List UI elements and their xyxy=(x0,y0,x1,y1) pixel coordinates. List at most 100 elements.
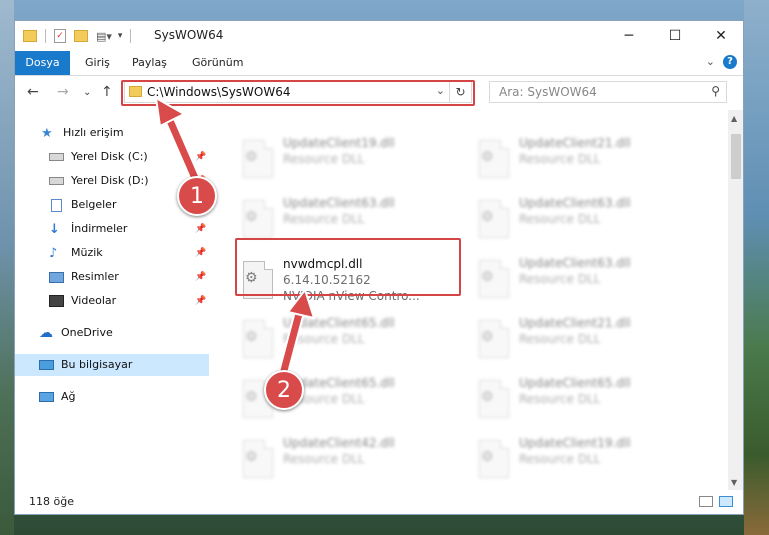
pin-icon[interactable]: 📌 xyxy=(195,146,206,168)
gear-icon: ⚙ xyxy=(481,329,494,345)
file-name: UpdateClient65.dll xyxy=(283,316,395,330)
file-item[interactable]: ⚙ UpdateClient19.dll Resource DLL xyxy=(237,134,457,190)
search-icon[interactable]: ⚲ xyxy=(711,84,720,98)
tab-view[interactable]: Görünüm xyxy=(182,51,253,75)
file-description: Resource DLL xyxy=(519,272,601,286)
details-view-icon[interactable] xyxy=(699,496,713,507)
help-icon[interactable]: ? xyxy=(723,55,737,69)
computer-icon xyxy=(39,360,54,370)
scroll-down-icon[interactable]: ▼ xyxy=(731,478,737,487)
file-item[interactable]: ⚙ UpdateClient42.dll Resource DLL xyxy=(237,434,457,490)
customize-toolbar-icon[interactable]: ▾ xyxy=(118,31,123,41)
file-explorer-window: ✓ ▤▾ ▾ SysWOW64 ─ ☐ ✕ Dosya Giriş Paylaş… xyxy=(14,20,744,515)
address-highlight-box xyxy=(121,80,475,106)
file-item[interactable]: ⚙ UpdateClient63.dll Resource DLL xyxy=(473,194,693,250)
pin-icon[interactable]: 📌 xyxy=(195,242,206,264)
pin-icon[interactable]: 📌 xyxy=(195,266,206,288)
recent-locations-icon[interactable]: ⌄ xyxy=(83,87,91,98)
file-name: UpdateClient63.dll xyxy=(519,196,631,210)
sidebar-item-label: Videolar xyxy=(71,294,117,307)
maximize-button[interactable]: ☐ xyxy=(652,21,698,51)
sidebar-item-label: Resimler xyxy=(71,270,119,283)
gear-icon: ⚙ xyxy=(245,329,258,345)
tab-share[interactable]: Paylaş xyxy=(122,51,177,75)
file-name: UpdateClient63.dll xyxy=(283,196,395,210)
videos-icon xyxy=(49,295,64,307)
file-item[interactable]: ⚙ UpdateClient21.dll Resource DLL xyxy=(473,314,693,370)
scroll-up-icon[interactable]: ▲ xyxy=(731,114,737,123)
pictures-icon xyxy=(49,271,64,283)
window-title: SysWOW64 xyxy=(154,28,224,42)
file-name: UpdateClient19.dll xyxy=(519,436,631,450)
drive-icon xyxy=(49,177,64,185)
gear-icon: ⚙ xyxy=(481,449,494,465)
file-description: Resource DLL xyxy=(283,332,365,346)
vertical-scrollbar[interactable]: ▲ ▼ xyxy=(728,110,743,490)
expand-ribbon-icon[interactable]: ⌄ xyxy=(706,55,715,68)
gear-icon: ⚙ xyxy=(481,209,494,225)
drive-icon xyxy=(49,153,64,161)
star-icon: ★ xyxy=(41,125,53,141)
step-marker-1: 1 xyxy=(177,176,217,216)
close-icon: ✕ xyxy=(715,28,727,44)
documents-icon xyxy=(51,198,62,212)
file-item[interactable]: ⚙ UpdateClient63.dll Resource DLL xyxy=(473,254,693,310)
toolbar-separator xyxy=(45,29,46,43)
properties-icon[interactable]: ✓ xyxy=(54,29,66,43)
scrollbar-thumb[interactable] xyxy=(731,134,741,179)
desktop-background-left xyxy=(0,0,14,535)
navigation-pane: ★ Hızlı erişim Yerel Disk (C:) 📌 Yerel D… xyxy=(15,110,209,490)
sidebar-item-label: Yerel Disk (C:) xyxy=(71,150,148,163)
gear-icon: ⚙ xyxy=(245,449,258,465)
file-item[interactable]: ⚙ UpdateClient21.dll Resource DLL xyxy=(473,134,693,190)
toolbar-separator xyxy=(130,29,132,43)
search-input[interactable]: Ara: SysWOW64 ⚲ xyxy=(489,81,727,103)
sidebar-item-onedrive[interactable]: ☁ OneDrive xyxy=(39,322,113,344)
tab-home[interactable]: Giriş xyxy=(75,51,120,75)
sidebar-item-local-disk-c[interactable]: Yerel Disk (C:) 📌 xyxy=(49,146,206,168)
downloads-icon: ↓ xyxy=(49,221,60,237)
file-item[interactable]: ⚙ UpdateClient19.dll Resource DLL xyxy=(473,434,693,490)
maximize-icon: ☐ xyxy=(668,28,682,44)
file-name: UpdateClient65.dll xyxy=(519,376,631,390)
sidebar-item-label: Bu bilgisayar xyxy=(61,358,133,371)
large-icons-view-icon[interactable] xyxy=(719,496,733,507)
file-highlight-box xyxy=(235,238,461,296)
sidebar-item-this-pc[interactable]: Bu bilgisayar xyxy=(15,354,209,376)
file-description: Resource DLL xyxy=(519,332,601,346)
sidebar-item-label: Müzik xyxy=(71,246,103,259)
title-bar: ✓ ▤▾ ▾ SysWOW64 ─ ☐ ✕ xyxy=(15,21,743,51)
up-arrow-icon[interactable]: ↑ xyxy=(101,84,113,100)
address-row: ← → ⌄ ↑ C:\Windows\SysWOW64 ⌄ ↻ Ara: Sys… xyxy=(15,76,743,110)
back-arrow-icon[interactable]: ← xyxy=(27,84,39,100)
sidebar-item-downloads[interactable]: ↓ İndirmeler 📌 xyxy=(49,218,206,240)
file-item[interactable]: ⚙ UpdateClient65.dll Resource DLL xyxy=(473,374,693,430)
minimize-icon: ─ xyxy=(624,28,634,44)
gear-icon: ⚙ xyxy=(481,149,494,165)
sidebar-item-label: Belgeler xyxy=(71,198,117,211)
file-list: ⚙ UpdateClient19.dll Resource DLL ⚙ Upda… xyxy=(223,110,729,490)
file-description: Resource DLL xyxy=(283,452,365,466)
sidebar-item-network[interactable]: Ağ xyxy=(39,386,76,408)
sidebar-item-label: Yerel Disk (D:) xyxy=(71,174,149,187)
network-icon xyxy=(39,392,54,402)
sidebar-item-quick-access[interactable]: ★ Hızlı erişim xyxy=(41,122,124,144)
sidebar-item-videos[interactable]: Videolar 📌 xyxy=(49,290,206,312)
music-icon: ♪ xyxy=(49,245,58,261)
pin-icon[interactable]: 📌 xyxy=(195,290,206,312)
new-folder-icon[interactable] xyxy=(74,30,88,42)
minimize-button[interactable]: ─ xyxy=(606,21,652,51)
desktop-background-right xyxy=(744,0,769,535)
close-button[interactable]: ✕ xyxy=(698,21,743,51)
forward-arrow-icon[interactable]: → xyxy=(57,84,69,100)
quick-access-toolbar: ✓ ▤▾ ▾ xyxy=(23,28,132,44)
file-item[interactable]: ⚙ UpdateClient65.dll Resource DLL xyxy=(237,314,457,370)
sidebar-item-music[interactable]: ♪ Müzik 📌 xyxy=(49,242,206,264)
tab-file[interactable]: Dosya xyxy=(15,51,70,75)
pin-icon[interactable]: 📌 xyxy=(195,218,206,240)
view-options-icon[interactable]: ▤▾ xyxy=(96,30,112,43)
gear-icon: ⚙ xyxy=(481,269,494,285)
sidebar-item-pictures[interactable]: Resimler 📌 xyxy=(49,266,206,288)
file-name: UpdateClient19.dll xyxy=(283,136,395,150)
step-marker-2: 2 xyxy=(264,370,304,410)
